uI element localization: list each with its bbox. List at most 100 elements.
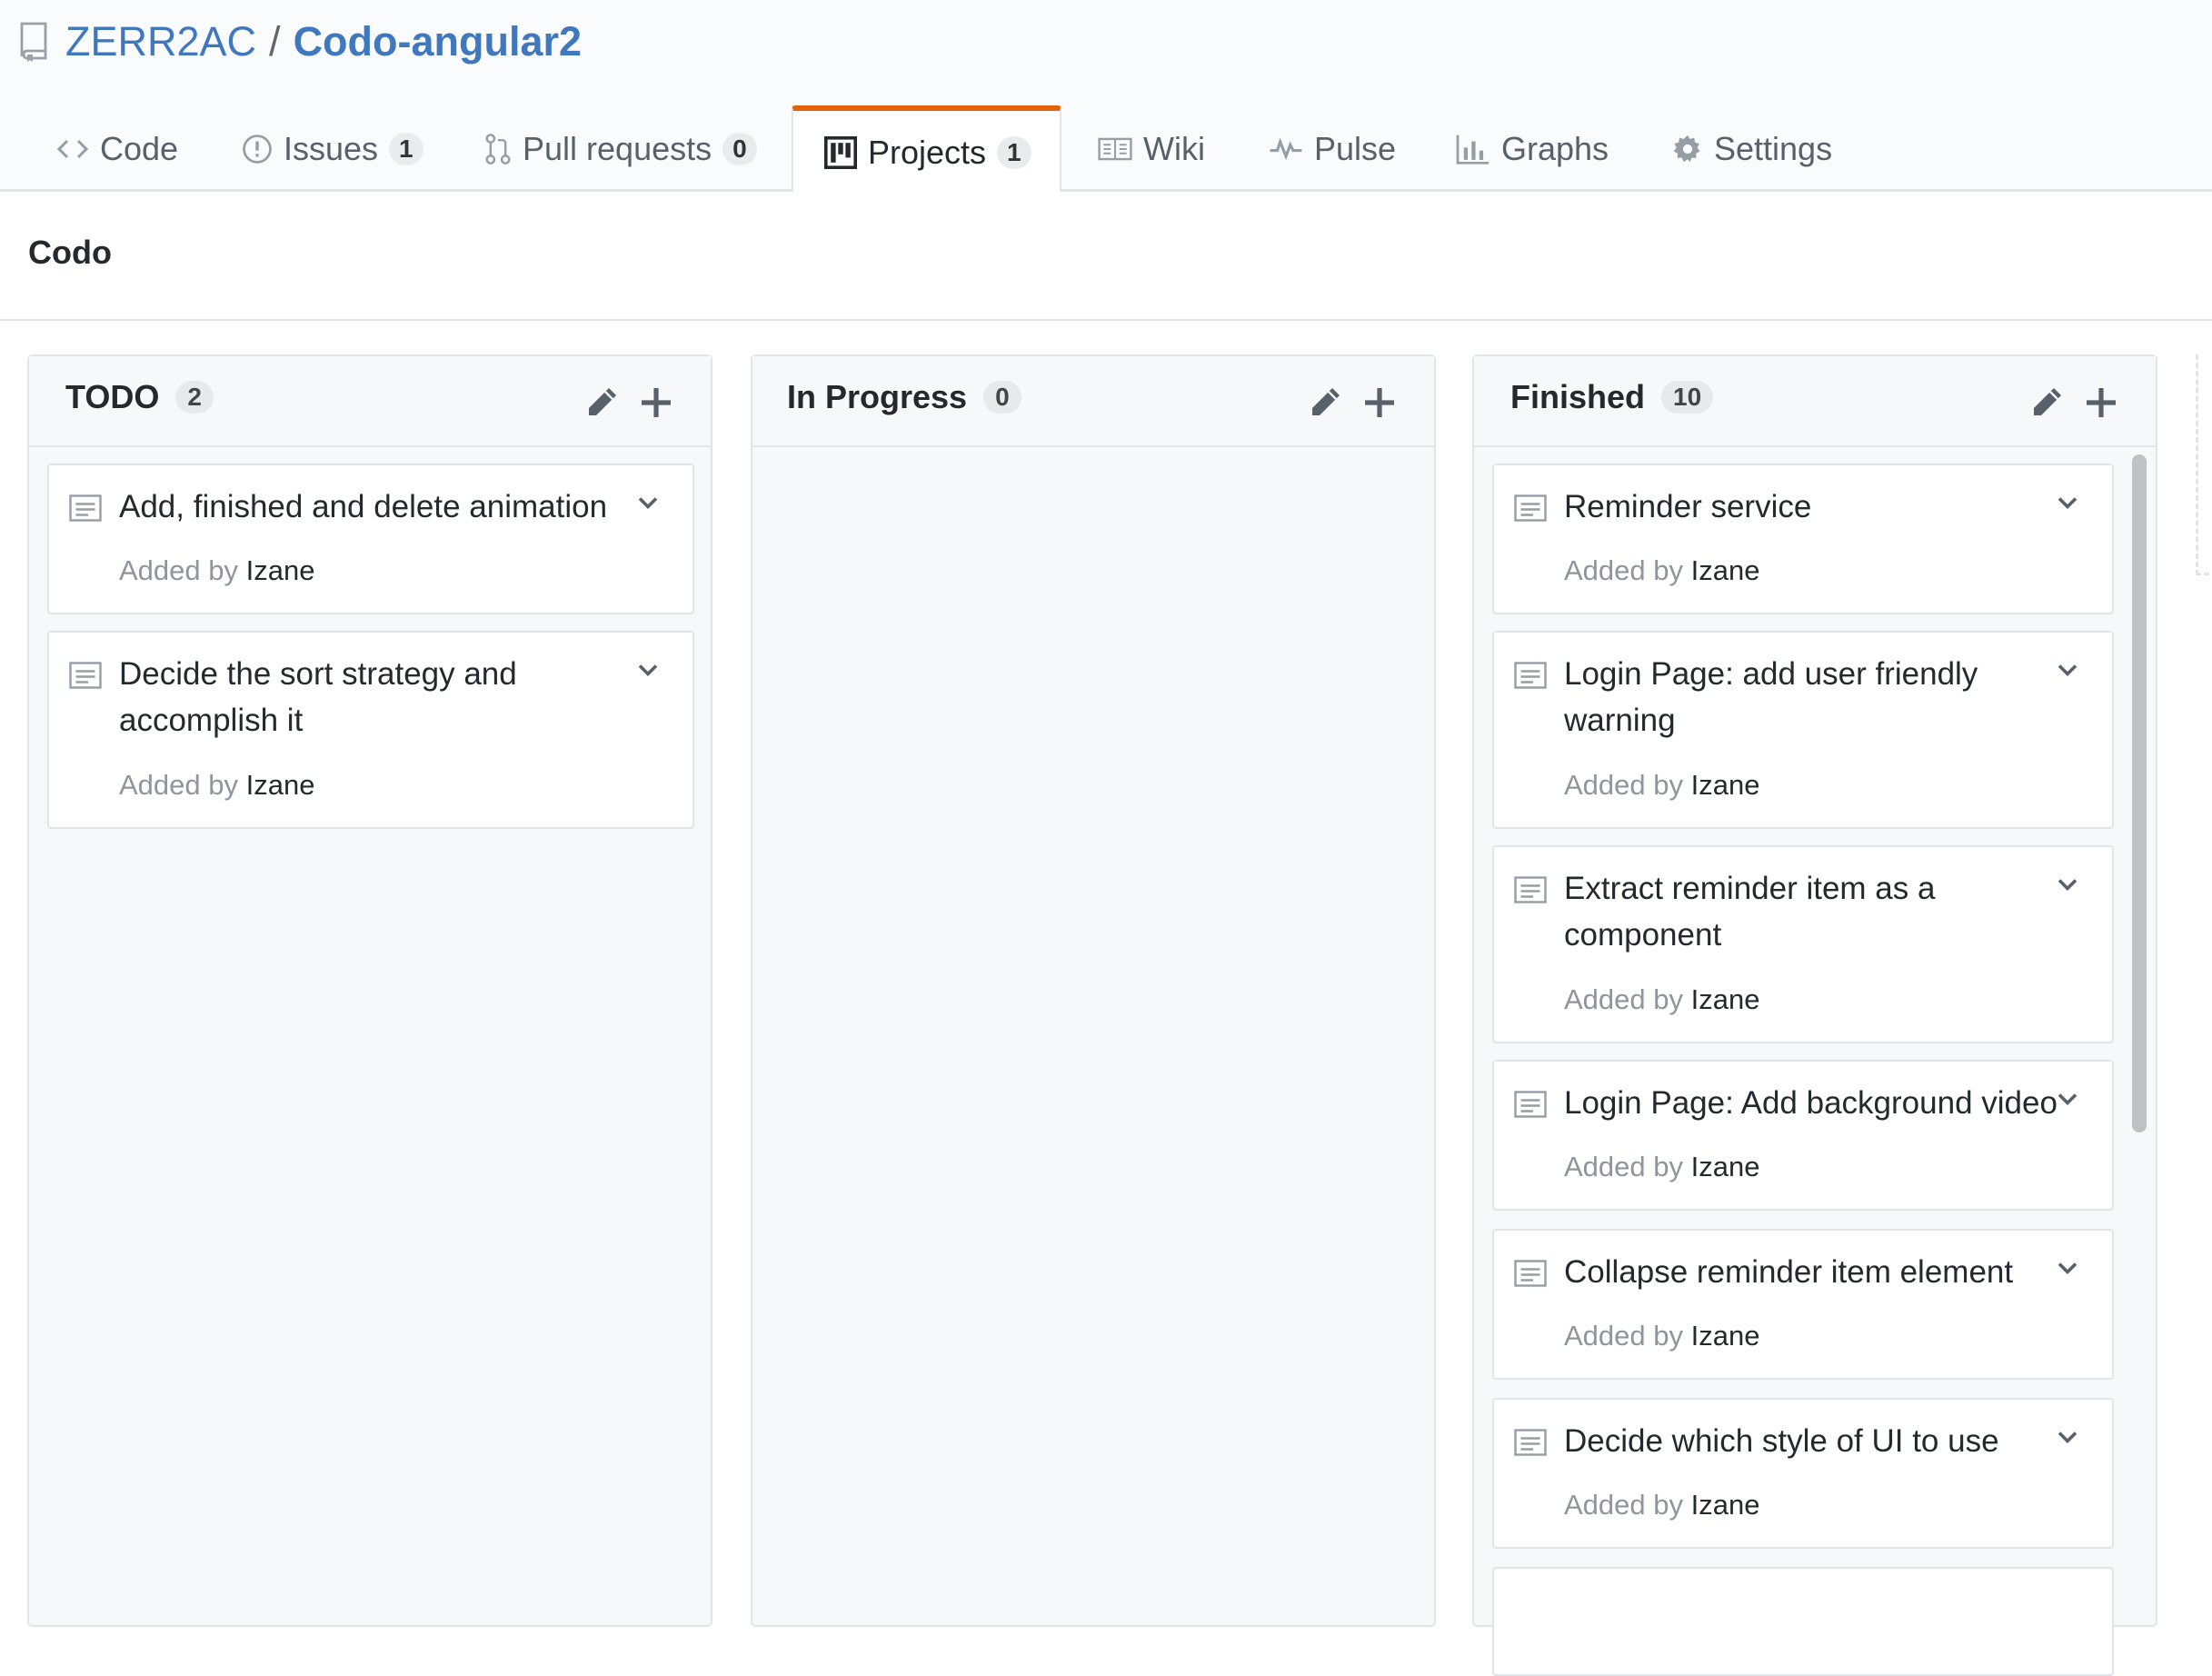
tab-wiki[interactable]: Wiki — [1098, 105, 1205, 192]
card[interactable]: Decide the sort strategy and accomplish … — [47, 631, 694, 829]
book-icon — [1098, 135, 1132, 163]
project-title: Codo — [28, 234, 112, 271]
column-title: Finished 10 — [1510, 378, 1714, 416]
chevron-down-icon[interactable] — [2054, 656, 2081, 683]
tab-projects[interactable]: Projects 1 — [792, 105, 1061, 195]
column-header: In Progress 0 — [752, 356, 1434, 447]
card-meta: Added by Izane — [1564, 769, 1759, 802]
card-meta: Added by Izane — [1564, 983, 1759, 1016]
chevron-down-icon[interactable] — [2054, 489, 2081, 516]
column-title: TODO 2 — [65, 378, 214, 416]
add-card-plus-icon[interactable] — [1361, 384, 1398, 421]
note-icon — [69, 494, 102, 522]
tab-label: Settings — [1714, 129, 1833, 167]
card[interactable]: Login Page: add user friendly warning Ad… — [1492, 631, 2114, 829]
added-by-label: Added by — [1564, 1151, 1683, 1182]
card-author-link[interactable]: Izane — [246, 769, 315, 801]
added-by-label: Added by — [119, 554, 238, 586]
chevron-down-icon[interactable] — [2054, 1254, 2081, 1282]
card[interactable]: Extract reminder item as a component Add… — [1492, 845, 2114, 1043]
column-in-progress: In Progress 0 — [751, 354, 1436, 1627]
column-header: TODO 2 — [29, 356, 711, 447]
tab-label: Code — [100, 129, 179, 167]
repo-name-link[interactable]: Codo-angular2 — [294, 18, 583, 65]
tab-settings[interactable]: Settings — [1672, 105, 1832, 192]
tab-label: Pull requests — [523, 129, 712, 167]
card[interactable]: Collapse reminder item element Added by … — [1492, 1229, 2114, 1380]
repo-icon — [20, 22, 49, 62]
column-header: Finished 10 — [1474, 356, 2156, 447]
add-card-plus-icon[interactable] — [638, 384, 674, 421]
tab-pulse[interactable]: Pulse — [1269, 105, 1396, 192]
card-meta: Added by Izane — [1564, 1489, 1759, 1521]
note-icon — [1514, 1429, 1547, 1456]
card-author-link[interactable]: Izane — [1691, 1489, 1760, 1521]
card-author-link[interactable]: Izane — [1691, 1151, 1760, 1182]
repo-header: ZERR2AC / Codo-angular2 Code Issues 1 Pu… — [0, 0, 2212, 195]
repo-separator: / — [269, 18, 281, 65]
chevron-down-icon[interactable] — [2054, 1423, 2081, 1451]
card[interactable]: Decide which style of UI to use Added by… — [1492, 1398, 2114, 1549]
column-scrollbar[interactable] — [2132, 454, 2147, 1132]
card[interactable]: Reminder service Added by Izane — [1492, 464, 2114, 614]
pulse-icon — [1269, 135, 1303, 163]
added-by-label: Added by — [1564, 554, 1683, 586]
tab-graphs[interactable]: Graphs — [1456, 105, 1609, 192]
code-icon — [56, 135, 89, 163]
added-by-label: Added by — [119, 769, 238, 801]
card[interactable]: Login Page: Add background video Added b… — [1492, 1060, 2114, 1211]
column-todo: TODO 2 Add, finished and delete animatio… — [27, 354, 712, 1627]
column-title-text: TODO — [65, 378, 160, 415]
column-finished: Finished 10 Reminder service Added by Iz… — [1472, 354, 2157, 1676]
card-title: Decide which style of UI to use — [1564, 1423, 1999, 1459]
issues-counter: 1 — [389, 132, 423, 165]
chevron-down-icon[interactable] — [634, 489, 662, 516]
card-title: Login Page: Add background video — [1564, 1085, 2058, 1121]
card-meta: Added by Izane — [1564, 1151, 1759, 1183]
added-by-label: Added by — [1564, 983, 1683, 1015]
added-by-label: Added by — [1564, 1489, 1683, 1521]
note-icon — [1514, 876, 1547, 903]
card-title: Extract reminder item as a component — [1564, 871, 1936, 953]
column-card-count: 2 — [175, 381, 214, 414]
card[interactable]: Add, finished and delete animation Added… — [47, 464, 694, 614]
column-card-count: 0 — [983, 381, 1021, 414]
pull-request-icon — [484, 133, 512, 165]
note-icon — [1514, 1260, 1547, 1287]
tab-pull-requests[interactable]: Pull requests 0 — [484, 105, 757, 192]
edit-column-pencil-icon[interactable] — [583, 384, 620, 421]
add-column-placeholder[interactable] — [2196, 354, 2212, 575]
card-meta: Added by Izane — [1564, 1320, 1759, 1352]
note-icon — [69, 662, 102, 689]
card-title: Collapse reminder item element — [1564, 1254, 2014, 1290]
card-meta: Added by Izane — [1564, 554, 1759, 587]
card-author-link[interactable]: Izane — [1691, 983, 1760, 1015]
chevron-down-icon[interactable] — [2054, 1085, 2081, 1112]
note-icon — [1514, 662, 1547, 689]
edit-column-pencil-icon[interactable] — [2028, 384, 2065, 421]
note-icon — [1514, 494, 1547, 522]
project-header: Codo — [0, 192, 2212, 321]
card-author-link[interactable]: Izane — [1691, 554, 1760, 586]
added-by-label: Added by — [1564, 769, 1683, 801]
edit-column-pencil-icon[interactable] — [1307, 384, 1343, 421]
added-by-label: Added by — [1564, 1320, 1683, 1352]
projects-counter: 1 — [997, 136, 1031, 169]
tab-issues[interactable]: Issues 1 — [242, 105, 423, 192]
card-author-link[interactable]: Izane — [246, 554, 315, 586]
chevron-down-icon[interactable] — [634, 656, 662, 683]
card-title: Decide the sort strategy and accomplish … — [119, 656, 517, 738]
card-meta: Added by Izane — [119, 769, 314, 802]
tab-label: Wiki — [1143, 129, 1205, 167]
card-author-link[interactable]: Izane — [1691, 769, 1760, 801]
repo-owner-link[interactable]: ZERR2AC — [65, 18, 256, 65]
card-partial[interactable] — [1492, 1567, 2114, 1676]
card-author-link[interactable]: Izane — [1691, 1320, 1760, 1352]
tab-label: Pulse — [1314, 129, 1397, 167]
chevron-down-icon[interactable] — [2054, 871, 2081, 898]
add-card-plus-icon[interactable] — [2083, 384, 2119, 421]
card-title: Reminder service — [1564, 489, 1812, 524]
tab-code[interactable]: Code — [56, 105, 178, 192]
card-meta: Added by Izane — [119, 554, 314, 587]
card-title: Add, finished and delete animation — [119, 489, 608, 524]
